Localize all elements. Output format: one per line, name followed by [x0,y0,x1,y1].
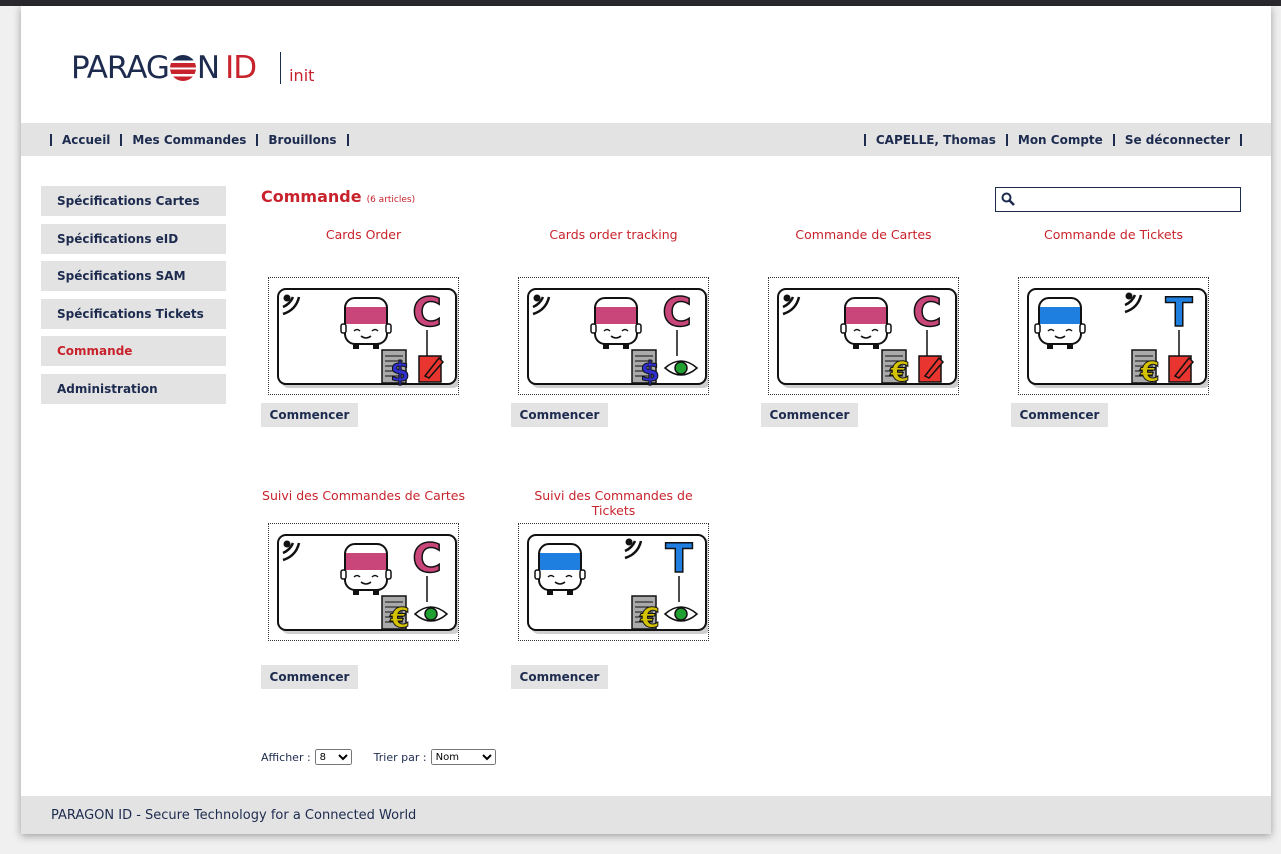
product-name[interactable]: Suivi des Commandes de Cartes [261,488,466,518]
top-navbar: Accueil Mes Commandes Brouillons CAPELLE… [21,123,1271,156]
svg-text:C: C [412,290,441,336]
card-illustration: C$ [277,288,461,389]
search-input[interactable] [1020,190,1236,209]
card-illustration: C€ [277,534,461,635]
sidebar-item-commande[interactable]: Commande [41,336,226,367]
commencer-button[interactable]: Commencer [1011,403,1108,427]
nav-item-brouillons[interactable]: Brouillons [258,133,346,147]
svg-text:T: T [665,536,693,582]
product-name[interactable]: Cards order tracking [511,227,716,257]
product-name[interactable]: Commande de Cartes [761,227,966,257]
search-box[interactable] [995,187,1241,212]
product-image[interactable]: C $ [268,277,461,395]
product-card: Suivi des Commandes de Cartes C € Commencer [261,488,481,689]
list-controls: Afficher : 8 Trier par : Nom [261,749,518,765]
commencer-button[interactable]: Commencer [761,403,858,427]
page-title-text: Commande [261,187,362,206]
sort-label: Trier par : [373,750,427,764]
product-card: Commande de Cartes C € Commencer [761,227,981,442]
logo-text: PARAG N ID [71,50,257,86]
product-image[interactable]: C € [768,277,961,395]
product-card: Cards Order C $ Commencer [261,227,481,442]
page-container: PARAG N ID init Accueil Mes Commandes Brou… [21,6,1271,834]
product-card: Suivi des Commandes de Tickets T € Commence… [511,488,731,689]
footer: PARAGON ID - Secure Technology for a Con… [21,796,1271,834]
commencer-button[interactable]: Commencer [511,403,608,427]
nav-item-mon-compte[interactable]: Mon Compte [1008,133,1113,147]
commencer-button[interactable]: Commencer [261,665,358,689]
svg-text:$: $ [390,355,409,388]
sort-select[interactable]: Nom [430,749,496,765]
card-illustration: C€ [777,288,961,389]
nav-item-accueil[interactable]: Accueil [52,133,120,147]
page-title: Commande (6 articles) [261,187,415,206]
svg-text:€: € [1139,355,1159,388]
commencer-button[interactable]: Commencer [261,403,358,427]
sidebar-item-specifications-eid[interactable]: Spécifications eID [41,223,226,254]
product-image[interactable]: C € [268,523,461,641]
nav-item-user[interactable]: CAPELLE, Thomas [866,133,1006,147]
article-count: (6 articles) [366,195,416,205]
card-illustration: C$ [527,288,711,389]
logo-subtitle: init [289,65,315,85]
commencer-button[interactable]: Commencer [511,665,608,689]
product-image[interactable]: T € [518,523,711,641]
svg-text:C: C [912,290,941,336]
nav-left: Accueil Mes Commandes Brouillons [50,123,349,156]
product-image[interactable]: T € [1018,277,1211,395]
card-illustration: T€ [527,534,711,635]
search-icon [1001,192,1015,206]
svg-text:€: € [889,355,909,388]
nav-right: CAPELLE, Thomas Mon Compte Se déconnecte… [863,123,1242,156]
sidebar: Spécifications Cartes Spécifications eID… [41,186,226,412]
product-image[interactable]: C $ [518,277,711,395]
footer-text: PARAGON ID - Secure Technology for a Con… [51,807,417,823]
show-label: Afficher : [261,750,311,764]
product-name[interactable]: Suivi des Commandes de Tickets [511,488,716,518]
sidebar-item-specifications-tickets[interactable]: Spécifications Tickets [41,298,226,329]
svg-text:$: $ [640,355,659,388]
logo-separator [280,52,282,84]
card-illustration: T€ [1027,288,1211,389]
sidebar-item-specifications-cartes[interactable]: Spécifications Cartes [41,186,226,216]
svg-text:C: C [662,290,691,336]
sidebar-item-specifications-sam[interactable]: Spécifications SAM [41,261,226,292]
svg-text:€: € [639,601,659,634]
logo[interactable]: PARAG N ID init [71,48,314,88]
product-card: Commande de Tickets T € Commencer [1011,227,1231,442]
svg-text:€: € [389,601,409,634]
show-count-select[interactable]: 8 [314,749,352,765]
product-name[interactable]: Commande de Tickets [1011,227,1216,257]
nav-item-mes-commandes[interactable]: Mes Commandes [122,133,256,147]
product-name[interactable]: Cards Order [261,227,466,257]
header: PARAG N ID init [21,6,1271,123]
product-card: Cards order tracking C $ Commencer [511,227,731,442]
svg-text:C: C [412,536,441,582]
svg-text:T: T [1165,290,1193,336]
sidebar-item-administration[interactable]: Administration [41,373,226,404]
nav-item-deconnecter[interactable]: Se déconnecter [1115,133,1240,147]
